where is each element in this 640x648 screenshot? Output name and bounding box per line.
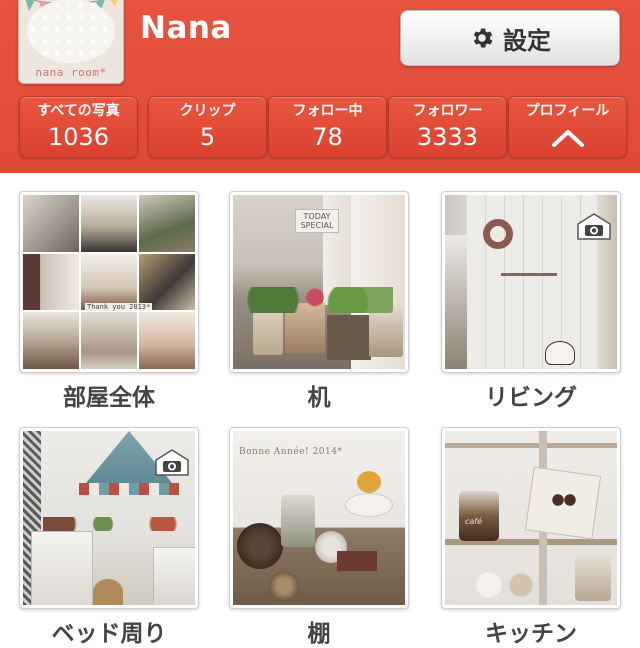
settings-button[interactable]: 設定 (400, 10, 620, 66)
tab-label: フォロワー (412, 103, 483, 119)
photo-frame: TODAY SPECIAL (229, 191, 409, 373)
tab-value: 3333 (416, 123, 479, 151)
photo-caption: リビング (485, 385, 577, 411)
tab-value: 5 (199, 123, 216, 151)
photo-tile-desk[interactable]: TODAY SPECIAL (229, 191, 409, 373)
photo: Bonne Année! 2014* (233, 431, 405, 605)
tab-label: すべての写真 (37, 103, 120, 119)
photo-caption: 棚 (307, 621, 331, 647)
settings-label: 設定 (503, 26, 551, 55)
tab-label: フォロー中 (292, 103, 363, 119)
photo-tile-room[interactable]: Thank you 2013* (19, 191, 199, 373)
photo-tile-shelf[interactable]: Bonne Année! 2014* (229, 427, 409, 609)
photo-frame (19, 427, 199, 609)
photo-frame: café (441, 427, 621, 609)
photo-frame: Thank you 2013* (19, 191, 199, 373)
photo-tile-bedside[interactable] (19, 427, 199, 609)
photo: Thank you 2013* (23, 195, 195, 369)
tab-all-photos[interactable]: すべての写真 1036 (19, 96, 138, 158)
tab-value: 1036 (47, 123, 110, 151)
photo-caption: 部屋全体 (63, 385, 155, 411)
avatar-caption: nana room* (35, 66, 107, 79)
tab-clips[interactable]: クリップ 5 (148, 96, 267, 158)
lace-doily (27, 0, 115, 63)
tab-profile[interactable]: プロフィール (508, 96, 627, 158)
tab-label: プロフィール (525, 103, 610, 119)
photo-overlay-text: café (465, 517, 483, 526)
photo: TODAY SPECIAL (233, 195, 405, 369)
photo-caption: キッチン (485, 621, 577, 647)
camera-home-icon (577, 213, 611, 240)
photo-overlay-text: TODAY SPECIAL (295, 209, 339, 233)
photo-overlay-text: Bonne Année! 2014* (239, 447, 343, 457)
photo-caption: ベッド周り (51, 621, 167, 647)
tab-label: クリップ (179, 103, 236, 119)
camera-home-icon (155, 449, 189, 476)
tab-value: 78 (312, 123, 343, 151)
tab-following[interactable]: フォロー中 78 (268, 96, 387, 158)
photo-overlay-text: Thank you 2013* (85, 303, 153, 311)
avatar[interactable]: nana room* (18, 0, 124, 84)
tab-followers[interactable]: フォロワー 3333 (388, 96, 507, 158)
profile-header: nana room* Nana 設定 すべての写真 1036 クリップ 5 フォ… (0, 0, 640, 173)
photo-tile-kitchen[interactable]: café (441, 427, 621, 609)
username: Nana (140, 10, 232, 46)
chevron-up-icon (551, 130, 584, 147)
photo-tile-living[interactable] (441, 191, 621, 373)
photo: café (445, 431, 617, 605)
gear-icon (473, 28, 493, 48)
photo-frame (441, 191, 621, 373)
photo-frame: Bonne Année! 2014* (229, 427, 409, 609)
photo-caption: 机 (307, 385, 331, 411)
